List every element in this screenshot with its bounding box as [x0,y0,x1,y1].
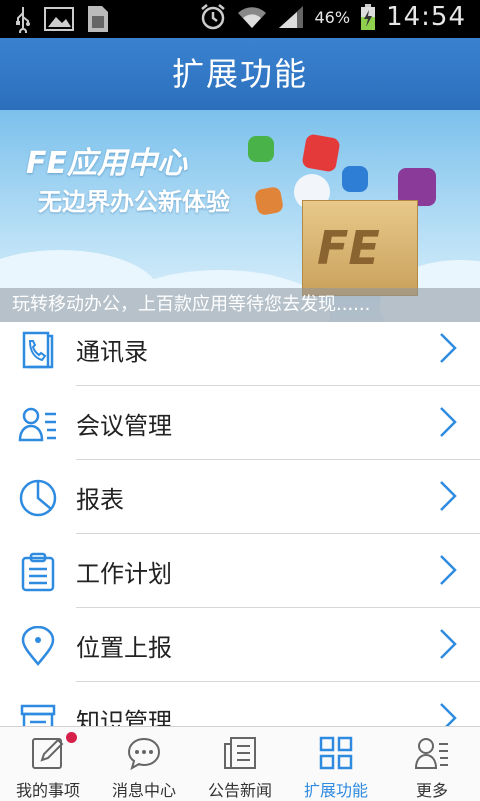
chat-icon [127,737,161,771]
pie-chart-icon [19,479,57,517]
menu-item-work-plan[interactable]: 工作计划 [0,534,480,608]
menu-item-label: 工作计划 [76,560,172,588]
chevron-right-icon [440,703,457,726]
sim-icon [86,4,110,34]
calculator-app-icon [248,136,274,162]
tab-my-tasks[interactable]: 我的事项 [0,727,96,801]
edit-icon [32,738,64,769]
banner-title: FE应用中心 [26,146,187,181]
function-list: 通讯录 会议管理 报表 工作计划 位置上报 知识管理 [0,322,480,726]
meeting-icon [18,407,56,442]
banner-subtitle: 无边界办公新体验 [38,188,230,216]
menu-item-label: 通讯录 [76,338,148,366]
wifi-icon [237,4,267,30]
address-book-icon [22,331,54,369]
chevron-right-icon [440,629,457,659]
usb-icon [14,5,32,33]
tab-messages[interactable]: 消息中心 [96,727,192,801]
status-bar: 46% 14:54 [0,0,480,38]
tab-label: 公告新闻 [207,781,272,800]
tag-app-icon [253,185,285,217]
message-app-icon [342,166,368,192]
alarm-icon [199,3,227,31]
bottom-nav: 我的事项 消息中心 公告新闻 扩展功能 更多 [0,726,480,801]
battery-charging-icon [360,3,376,31]
location-pin-icon [21,626,55,666]
menu-item-location-report[interactable]: 位置上报 [0,608,480,682]
tab-news[interactable]: 公告新闻 [192,727,288,801]
menu-item-label: 位置上报 [76,634,172,662]
tab-extensions[interactable]: 扩展功能 [288,727,384,801]
battery-percent: 46% [314,7,351,27]
tab-label: 扩展功能 [303,781,368,800]
signal-icon [277,4,305,30]
menu-item-reports[interactable]: 报表 [0,460,480,534]
tab-label: 我的事项 [15,781,80,800]
menu-item-address-book[interactable]: 通讯录 [0,322,480,386]
app-center-banner[interactable]: FE应用中心 无边界办公新体验 FE 玩转移动办公，上百款应用等待您去发现...… [0,110,480,322]
news-icon [224,737,256,769]
knowledge-icon [20,704,56,726]
fe-box-illustration: FE [302,200,418,296]
chevron-right-icon [440,555,457,585]
chevron-right-icon [440,407,457,437]
pie-app-icon [301,133,341,173]
chevron-right-icon [440,481,457,511]
tab-label: 消息中心 [111,781,176,800]
clock: 14:54 [386,2,466,32]
fe-box-logo: FE [317,221,380,275]
more-user-icon [414,738,448,769]
chevron-right-icon [440,333,457,363]
grid-icon [319,736,353,770]
page-title: 扩展功能 [0,38,480,111]
menu-item-label: 会议管理 [76,412,172,440]
image-icon [44,6,74,32]
notification-badge [66,732,77,743]
clipboard-icon [21,552,55,592]
menu-item-meeting[interactable]: 会议管理 [0,386,480,460]
tab-label: 更多 [415,781,448,800]
menu-item-label: 知识管理 [76,708,172,726]
banner-caption: 玩转移动办公，上百款应用等待您去发现...... [0,288,480,322]
tab-more[interactable]: 更多 [384,727,480,801]
menu-item-label: 报表 [76,486,124,514]
menu-item-knowledge[interactable]: 知识管理 [0,682,480,726]
